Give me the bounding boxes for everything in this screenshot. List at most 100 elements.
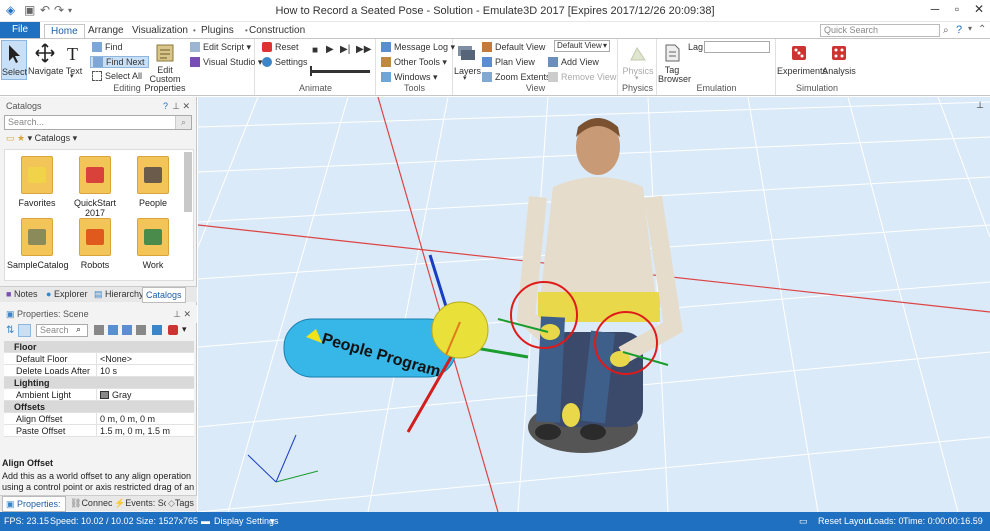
toolbar-icon-3[interactable]: [122, 325, 132, 335]
remove-view-button[interactable]: Remove View: [548, 72, 616, 82]
tab-visualization[interactable]: Visualization: [126, 24, 194, 38]
add-view-button[interactable]: Add View: [548, 57, 599, 67]
stop-icon[interactable]: ■: [312, 45, 318, 56]
view-select[interactable]: Default View ▾: [554, 40, 610, 52]
find-next-button[interactable]: Find Next: [90, 56, 149, 68]
properties-search-icon[interactable]: ⌕: [76, 324, 81, 335]
plan-view-button[interactable]: Plan View: [482, 57, 535, 67]
toolbar-overflow-icon[interactable]: ▾: [182, 324, 187, 335]
toolbar-icon-5[interactable]: [152, 325, 162, 335]
visual-studio-button[interactable]: Visual Studio ▾: [190, 57, 262, 68]
help-dropdown-icon[interactable]: ▾: [968, 24, 972, 33]
lag-input[interactable]: [704, 41, 770, 53]
catalog-scrollbar[interactable]: [184, 152, 192, 212]
message-log-button[interactable]: Message Log ▾: [381, 42, 455, 53]
zoom-extents-button[interactable]: Zoom Extents: [482, 72, 551, 82]
select-all-button[interactable]: Select All: [92, 71, 142, 81]
catalogs-help-icon[interactable]: ?: [163, 97, 168, 115]
speed-slider-thumb[interactable]: [310, 66, 312, 76]
edit-script-button[interactable]: Edit Script ▾: [190, 42, 251, 53]
display-settings-button[interactable]: Display Settings: [214, 512, 279, 531]
tab-events[interactable]: ⚡Events: Sce: [114, 498, 166, 509]
star-icon[interactable]: ★: [17, 133, 25, 143]
catalog-item-people[interactable]: People: [123, 156, 183, 208]
catalog-search-input[interactable]: Search... ⌕: [4, 115, 192, 130]
prop-value[interactable]: 10 s: [96, 365, 117, 377]
tab-home[interactable]: Home: [44, 24, 85, 38]
tab-properties[interactable]: ▣ Properties: Sce: [2, 496, 66, 512]
breadcrumb-catalogs[interactable]: Catalogs: [35, 133, 71, 143]
layers-button[interactable]: Layers: [454, 40, 481, 76]
folder-icon[interactable]: ▭: [6, 133, 15, 143]
select-button[interactable]: Select: [1, 40, 27, 80]
tab-catalogs[interactable]: Catalogs: [142, 287, 186, 303]
step-icon[interactable]: ▶|: [340, 44, 350, 55]
catalog-item-quickstart[interactable]: QuickStart 2017: [65, 156, 125, 218]
left-hand-marker[interactable]: [540, 324, 560, 340]
toolbar-icon-1[interactable]: [94, 325, 104, 335]
speed-slider[interactable]: [310, 70, 370, 73]
viewport-pin-icon[interactable]: ⊥: [976, 100, 984, 111]
text-button[interactable]: T Text: [62, 40, 86, 76]
properties-pin-icon[interactable]: ⊥: [173, 305, 181, 323]
prop-value[interactable]: 0 m, 0 m, 0 m: [96, 413, 155, 425]
gizmo-handle-sphere[interactable]: [431, 301, 489, 359]
search-icon[interactable]: ⌕: [175, 116, 191, 129]
category-lighting[interactable]: Lighting: [4, 377, 194, 389]
tab-construction[interactable]: Construction: [243, 24, 311, 38]
settings-button[interactable]: Settings: [262, 57, 308, 67]
toolbar-icon-4[interactable]: [136, 325, 146, 335]
experiments-button[interactable]: Experiments: [777, 40, 827, 76]
tag-browser-button[interactable]: Tag Browser: [658, 40, 691, 84]
categorized-icon[interactable]: [18, 324, 31, 337]
sort-icon[interactable]: ⇅: [6, 325, 14, 336]
layers-dropdown-icon[interactable]: ▾: [463, 74, 467, 82]
play-icon[interactable]: ▶: [326, 44, 334, 55]
catalog-item-robots[interactable]: Robots: [65, 218, 125, 270]
prop-value[interactable]: 1.5 m, 0 m, 1.5 m: [96, 425, 170, 437]
people-program-label-object[interactable]: People Program: [283, 318, 457, 381]
navigate-button[interactable]: Navigate: [28, 40, 64, 76]
physics-button[interactable]: Physics: [621, 40, 655, 76]
toolbar-icon-2[interactable]: [108, 325, 118, 335]
catalogs-close-icon[interactable]: ✕: [182, 97, 190, 115]
3d-viewport[interactable]: People Program ⊥: [198, 97, 990, 512]
prop-paste-offset[interactable]: Paste Offset 1.5 m, 0 m, 1.5 m: [4, 425, 194, 437]
reset-layout-button[interactable]: Reset Layout: [818, 512, 871, 531]
tab-plugins[interactable]: Plugins: [195, 24, 240, 38]
feet-marker[interactable]: [562, 403, 580, 427]
help-icon[interactable]: ?: [956, 24, 962, 36]
tab-file[interactable]: File: [0, 22, 40, 38]
seated-person-model[interactable]: [497, 118, 683, 453]
text-dropdown-icon[interactable]: ▾: [70, 72, 74, 80]
properties-close-icon[interactable]: ✕: [183, 305, 191, 323]
default-view-button[interactable]: Default View: [482, 42, 545, 52]
search-icon[interactable]: ⌕: [943, 25, 949, 36]
close-icon[interactable]: ✕: [968, 2, 990, 16]
catalogs-pin-icon[interactable]: ⊥: [172, 97, 180, 115]
minimize-icon[interactable]: ─: [924, 2, 946, 16]
other-tools-button[interactable]: Other Tools ▾: [381, 57, 447, 68]
category-offsets[interactable]: Offsets: [4, 401, 194, 413]
analysis-button[interactable]: Analysis: [821, 40, 857, 76]
windows-button[interactable]: Windows ▾: [381, 72, 438, 83]
prop-delete-loads-after[interactable]: Delete Loads After 10 s: [4, 365, 194, 377]
tab-connectors[interactable]: ⛓Connecto: [70, 498, 112, 509]
toolbar-icon-6[interactable]: [168, 325, 178, 335]
tab-notes[interactable]: ■ Notes: [6, 289, 37, 299]
tab-hierarchy[interactable]: ▤ Hierarchy: [94, 289, 144, 300]
prop-value[interactable]: <None>: [96, 353, 132, 365]
catalog-item-samplecatalog[interactable]: SampleCatalog: [7, 218, 69, 270]
ribbon-collapse-icon[interactable]: ⌃: [978, 24, 986, 35]
quick-search-input[interactable]: Quick Search: [820, 24, 940, 37]
physics-dropdown-icon[interactable]: ▾: [635, 74, 639, 82]
tab-explorer[interactable]: ● Explorer: [46, 289, 87, 299]
catalog-item-favorites[interactable]: Favorites: [7, 156, 67, 208]
speed-readout[interactable]: Speed: 10.02 / 10.02: [50, 512, 134, 531]
prop-align-offset[interactable]: Align Offset 0 m, 0 m, 0 m: [4, 413, 194, 425]
tab-arrange[interactable]: Arrange: [82, 24, 130, 38]
prop-ambient-light[interactable]: Ambient Light Gray: [4, 389, 194, 401]
fast-forward-icon[interactable]: ▶▶: [356, 44, 371, 55]
maximize-icon[interactable]: ▫: [946, 2, 968, 16]
reset-button[interactable]: Reset: [262, 42, 299, 52]
